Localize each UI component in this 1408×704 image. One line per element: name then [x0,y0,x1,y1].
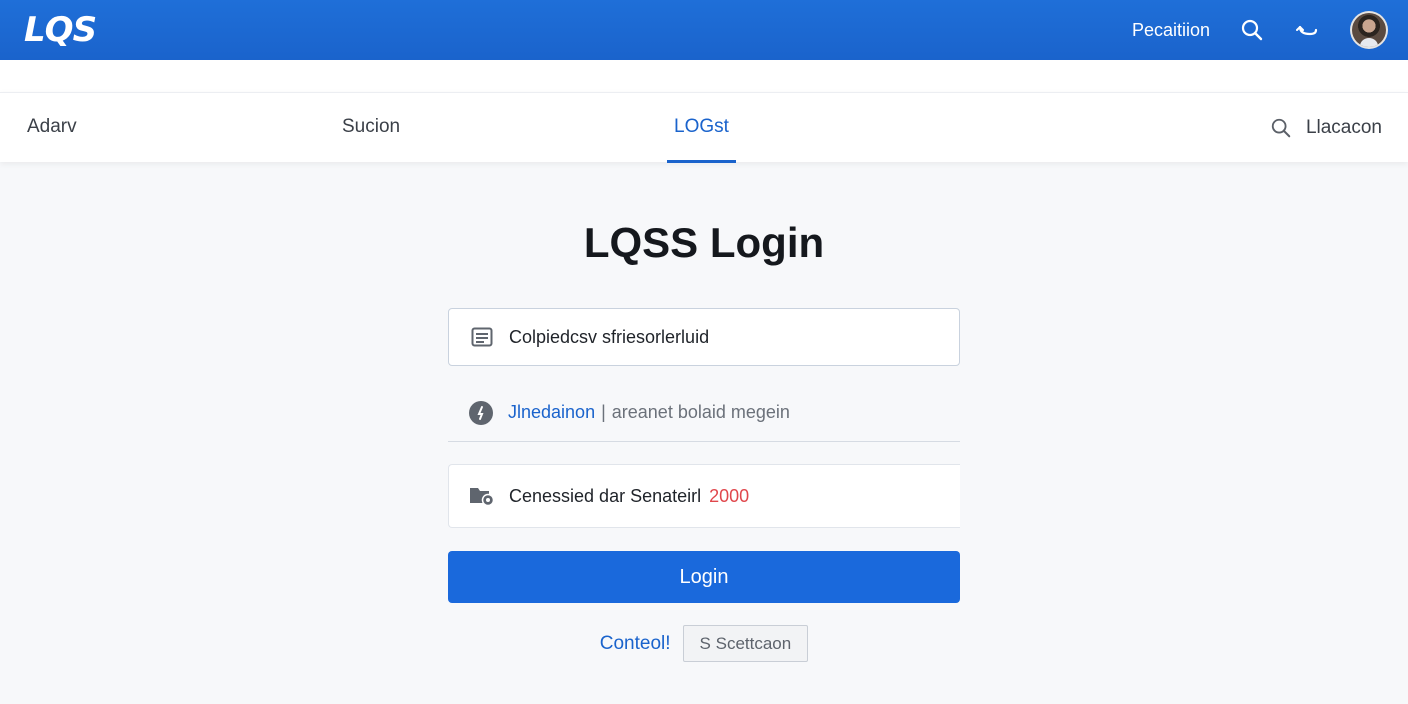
folder-settings-icon [469,483,495,509]
password-text: Cenessied dar Senateirl [509,485,702,506]
nav-search-label: Llacacon [1305,117,1382,138]
info-text: areanet bolaid megein [611,402,790,422]
tab-navigation: Adarv Sucion LOGst Llacacon [0,92,1408,163]
search-icon [1271,118,1291,138]
password-highlight: 2000 [709,485,750,506]
password-field[interactable]: Cenessied dar Senateirl 2000 [448,464,960,528]
tab-adarv[interactable]: Adarv [27,93,77,163]
top-app-bar: LQS Pecaitiion [0,0,1408,60]
info-row: Jlnedainon | areanet bolaid megein [448,384,960,442]
page-title: LQSS Login [583,219,825,266]
user-avatar[interactable] [1350,11,1388,49]
back-arrow-icon[interactable] [1294,16,1322,44]
search-icon[interactable] [1238,16,1266,44]
tab-logst[interactable]: LOGst [667,93,736,163]
username-field[interactable]: Colpiedcsv sfriesorlerluid [448,308,960,366]
form-footer: Conteol! S Scettcaon [0,625,1408,662]
cancel-link[interactable]: Conteol! [600,633,671,655]
info-link[interactable]: Jlnedainon [508,402,595,423]
top-nav-link[interactable]: Pecaitiion [1132,20,1210,41]
username-value: Colpiedcsv sfriesorlerluid [509,326,710,347]
top-actions: Pecaitiion [1132,0,1388,60]
info-separator: | [601,402,606,422]
nav-search-button[interactable]: Llacacon [1270,93,1382,163]
header-spacer [0,60,1408,92]
document-icon [469,324,495,350]
secondary-button[interactable]: S Scettcaon [682,625,809,662]
tab-sucion[interactable]: Sucion [342,93,400,163]
app-logo[interactable]: LQS [24,10,97,50]
login-button[interactable]: Login [448,551,960,603]
info-icon [468,400,494,426]
